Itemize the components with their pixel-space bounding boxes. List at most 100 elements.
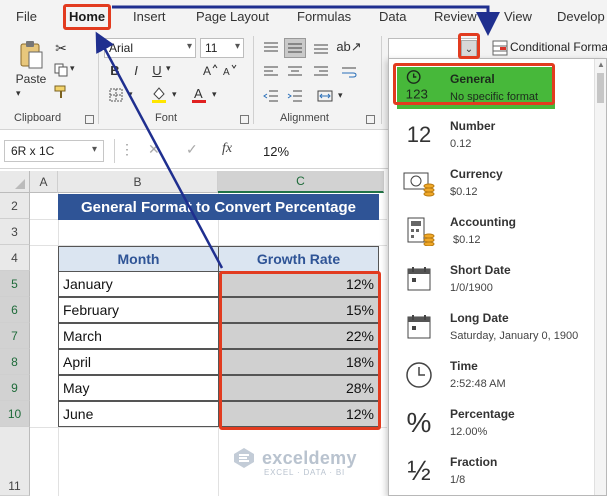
alignment-launcher-icon[interactable] [366,115,375,124]
paste-button[interactable]: Paste [14,72,48,86]
copy-icon[interactable] [53,62,69,78]
month-cell[interactable]: April [58,349,219,375]
merge-dropdown-icon[interactable]: ▾ [338,90,343,101]
align-middle-icon[interactable] [284,38,306,58]
tab-view[interactable]: View [504,9,532,24]
column-header-b[interactable]: B [58,171,218,193]
column-header-c[interactable]: C [218,171,384,193]
growth-rate-cell[interactable]: 15% [218,297,379,323]
row-header-4[interactable]: 4 [0,245,30,271]
underline-dropdown-icon[interactable]: ▾ [166,63,171,74]
name-box[interactable]: 6R x 1C ▾ [4,140,104,162]
tab-review[interactable]: Review [434,9,477,24]
format-option-long-date[interactable]: Long Date Saturday, January 0, 1900 [389,303,605,351]
row-header-10[interactable]: 10 [0,401,30,427]
format-painter-icon[interactable] [53,84,69,100]
orientation-icon[interactable]: ab↗ [336,38,361,56]
align-center-icon[interactable] [286,64,304,80]
font-size-combo[interactable]: 11 ▾ [200,38,244,58]
tab-formulas[interactable]: Formulas [297,9,351,24]
column-header-a[interactable]: A [30,171,58,193]
merge-center-icon[interactable] [316,88,334,104]
dropdown-scrollbar[interactable]: ▲ [594,59,606,495]
paste-dropdown-icon[interactable]: ▾ [16,88,21,99]
borders-dropdown-icon[interactable]: ▾ [128,89,133,100]
scroll-up-icon[interactable]: ▲ [597,60,605,69]
format-option-general[interactable]: 123 General No specific format [397,67,555,109]
separator [98,36,99,124]
increase-font-icon[interactable]: A [202,63,218,77]
format-option-short-date[interactable]: Short Date 1/0/1900 [389,255,605,303]
row-header-2[interactable]: 2 [0,193,30,219]
growth-rate-cell[interactable]: 12% [218,401,379,427]
formula-input[interactable]: 12% [114,139,386,163]
row-header-9[interactable]: 9 [0,375,30,401]
month-cell[interactable]: January [58,271,219,297]
format-option-currency[interactable]: Currency $0.12 [389,159,605,207]
number-format-dropdown: 123 General No specific format 12 Number… [388,58,607,496]
format-option-percentage[interactable]: % Percentage 12.00% [389,399,605,447]
chevron-down-icon: ▾ [234,41,240,52]
header-cell-growth-rate[interactable]: Growth Rate [218,246,379,272]
svg-text:A: A [203,64,211,77]
format-option-name: Fraction [450,455,498,469]
number-format-dropdown-button[interactable]: ⌄ [461,40,477,58]
font-name-combo[interactable]: Arial ▾ [104,38,196,58]
align-left-icon[interactable] [262,64,280,80]
format-option-sample: $0.12 [450,186,478,198]
row-header-3[interactable]: 3 [0,219,30,245]
tab-developer[interactable]: Develop [557,9,605,24]
scrollbar-thumb[interactable] [597,73,604,103]
month-cell[interactable]: February [58,297,219,323]
svg-text:A: A [223,67,230,77]
growth-rate-cell[interactable]: 28% [218,375,379,401]
select-all-corner[interactable] [0,171,30,193]
underline-button[interactable]: U [150,62,164,78]
cut-icon[interactable]: ✂ [53,40,69,56]
header-cell-month[interactable]: Month [58,246,219,272]
format-option-sample: 0.12 [450,138,472,150]
align-right-icon[interactable] [312,64,330,80]
month-cell[interactable]: May [58,375,219,401]
month-cell[interactable]: June [58,401,219,427]
increase-indent-icon[interactable] [286,88,304,104]
copy-dropdown-icon[interactable]: ▾ [70,63,75,74]
row-header-6[interactable]: 6 [0,297,30,323]
clipboard-launcher-icon[interactable] [85,115,94,124]
format-option-number[interactable]: 12 Number 0.12 [389,111,605,159]
decrease-font-icon[interactable]: A [222,63,238,77]
sheet-title-cell[interactable]: General Format to Convert Percentage [58,194,379,220]
tab-file[interactable]: File [16,9,37,24]
fill-color-icon[interactable] [150,85,168,103]
format-option-name: Number [450,119,496,133]
format-option-time[interactable]: Time 2:52:48 AM [389,351,605,399]
row-header-8[interactable]: 8 [0,349,30,375]
wrap-text-icon[interactable] [340,64,358,80]
font-color-dropdown-icon[interactable]: ▾ [212,89,217,100]
growth-rate-cell[interactable]: 22% [218,323,379,349]
decrease-indent-icon[interactable] [262,88,280,104]
font-launcher-icon[interactable] [240,115,249,124]
fill-color-dropdown-icon[interactable]: ▾ [172,89,177,100]
conditional-formatting-icon[interactable] [492,40,508,56]
format-option-fraction[interactable]: ½ Fraction 1/8 [389,447,605,495]
paste-icon[interactable] [14,38,48,72]
growth-rate-cell[interactable]: 12% [218,271,379,297]
align-top-icon[interactable] [262,40,280,56]
bold-button[interactable]: B [108,62,122,78]
conditional-formatting-button[interactable]: Conditional Forma [510,40,607,54]
borders-icon[interactable] [108,87,124,103]
tab-insert[interactable]: Insert [133,9,166,24]
tab-page-layout[interactable]: Page Layout [196,9,269,24]
tab-home[interactable]: Home [69,9,106,30]
row-header-11[interactable]: 11 [0,427,30,496]
font-color-icon[interactable]: A [190,85,208,103]
italic-button[interactable]: I [129,62,143,78]
align-bottom-icon[interactable] [312,40,330,56]
row-header-5[interactable]: 5 [0,271,30,297]
format-option-accounting[interactable]: Accounting $0.12 [389,207,605,255]
row-header-7[interactable]: 7 [0,323,30,349]
growth-rate-cell[interactable]: 18% [218,349,379,375]
month-cell[interactable]: March [58,323,219,349]
tab-data[interactable]: Data [379,9,406,24]
